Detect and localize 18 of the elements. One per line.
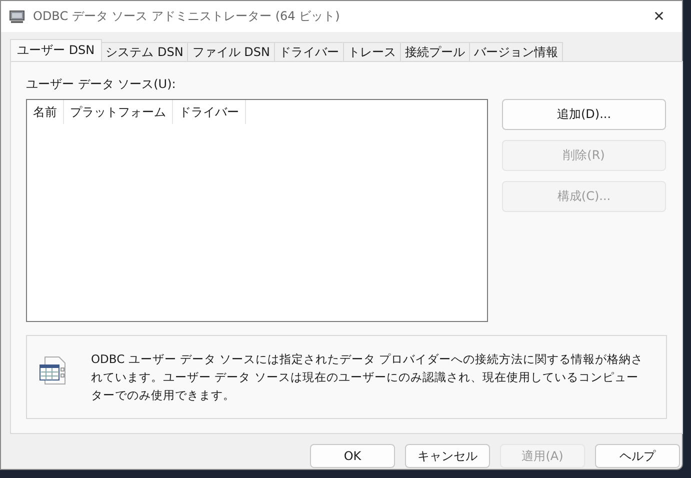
dialog-button[interactable]: OK: [310, 444, 395, 468]
window-title: ODBC データ ソース アドミニストレーター (64 ビット): [33, 8, 341, 25]
tab[interactable]: ユーザー DSN: [10, 39, 102, 61]
list-label: ユーザー データ ソース(U):: [26, 76, 177, 93]
tab[interactable]: バージョン情報: [468, 42, 563, 61]
column-header[interactable]: ドライバー: [173, 100, 246, 124]
column-header[interactable]: 名前: [27, 100, 64, 124]
column-header[interactable]: プラットフォーム: [64, 100, 173, 124]
tab[interactable]: 接続プール: [400, 42, 470, 61]
close-button[interactable]: ✕: [636, 1, 682, 32]
side-button[interactable]: 追加(D)...: [502, 99, 666, 130]
dialog-button[interactable]: キャンセル: [405, 444, 490, 468]
tab[interactable]: ファイル DSN: [187, 42, 275, 61]
computer-icon: [9, 10, 25, 24]
tab[interactable]: ドライバー: [274, 42, 344, 61]
description-text: ODBC ユーザー データ ソースには指定されたデータ プロバイダーへの接続方法に関する情報が格納されています。ユーザー データ ソースは現在のユーザーにのみ認識され、現在使用しているコンピューターでのみ使用できます。: [91, 351, 644, 404]
data-source-list[interactable]: 名前 プラットフォーム ドライバー: [26, 99, 488, 322]
dialog-button[interactable]: ヘルプ: [595, 444, 680, 468]
